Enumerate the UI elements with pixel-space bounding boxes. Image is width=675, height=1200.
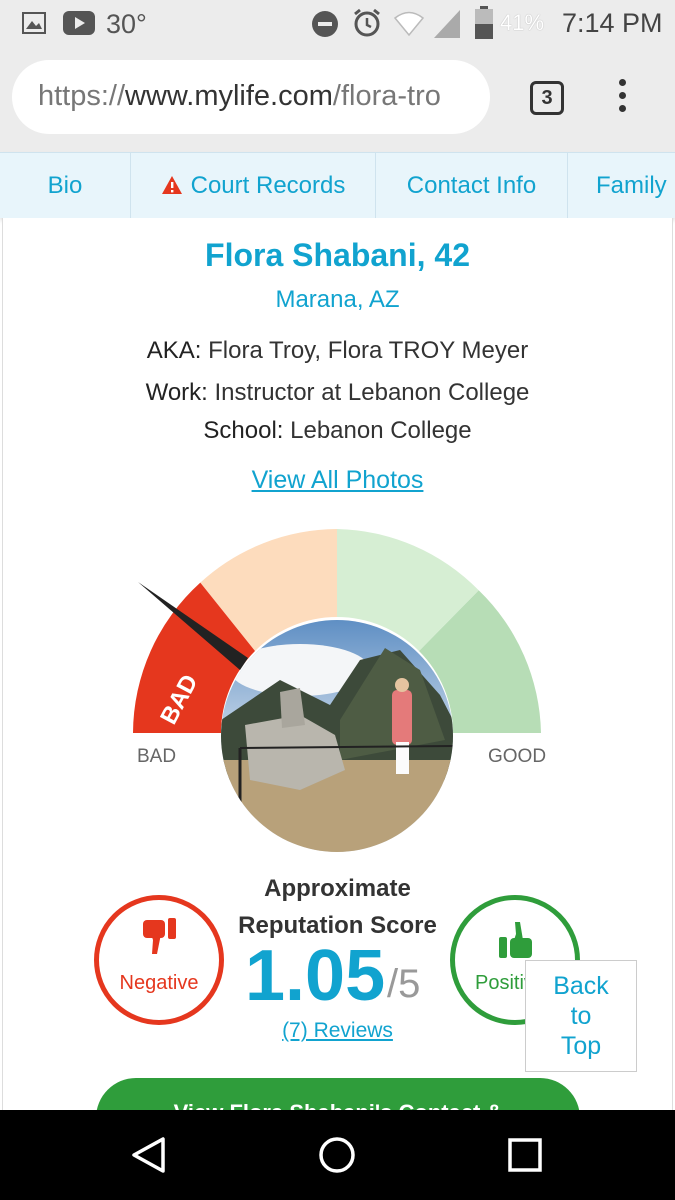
thumbs-up-icon <box>499 922 532 958</box>
work-label: Work: <box>145 379 208 406</box>
system-nav-bar <box>0 1110 675 1200</box>
back-icon[interactable] <box>130 1136 168 1174</box>
tab-bio-label: Bio <box>47 172 83 199</box>
do-not-disturb-icon <box>312 11 338 37</box>
view-all-photos-link[interactable]: View All Photos <box>0 466 675 495</box>
tab-switcher-button[interactable]: 3 <box>530 81 564 115</box>
recents-icon[interactable] <box>507 1137 543 1173</box>
gauge-label-bad: BAD <box>137 746 177 767</box>
warning-icon <box>161 175 182 194</box>
back-to-top-line1: Back <box>553 972 609 1000</box>
temperature: 30° <box>106 9 147 39</box>
work-line: Work: Instructor at Lebanon College <box>0 379 675 407</box>
tab-contact-info-label: Contact Info <box>406 172 537 199</box>
profile-photo[interactable] <box>221 620 453 860</box>
url-scheme: https:// <box>38 80 126 112</box>
gauge-label-good: GOOD <box>488 746 547 767</box>
overflow-menu-icon[interactable] <box>614 79 630 119</box>
negative-label: Negative <box>119 972 199 994</box>
aka-label: AKA: <box>146 337 202 364</box>
aka-value: Flora Troy, Flora TROY Meyer <box>201 337 529 364</box>
thumbs-down-icon <box>143 918 176 954</box>
reputation-title-line1: Approximate <box>264 875 411 902</box>
negative-review-button[interactable]: Negative <box>94 895 224 1025</box>
battery-icon <box>475 6 493 39</box>
clock: 7:14 PM <box>562 8 663 38</box>
profile-name: Flora Shabani, 42 <box>205 237 470 273</box>
wifi-icon <box>394 11 424 36</box>
tab-bio[interactable]: Bio <box>0 153 131 218</box>
tab-court-records[interactable]: Court Records <box>131 153 376 218</box>
back-to-top-line2: to <box>570 1002 592 1030</box>
url-text: https://www.mylife.com/flora-tro <box>38 80 441 113</box>
back-to-top-line3: Top <box>560 1032 602 1060</box>
back-to-top-button[interactable]: Back to Top <box>525 960 637 1072</box>
profile-location: Marana, AZ <box>275 286 400 313</box>
url-path: /flora-tro <box>332 80 441 112</box>
school-line: School: Lebanon College <box>0 417 675 445</box>
aka-line: AKA: Flora Troy, Flora TROY Meyer <box>0 337 675 365</box>
alarm-icon <box>354 8 380 37</box>
home-icon[interactable] <box>317 1135 357 1175</box>
tab-contact-info[interactable]: Contact Info <box>376 153 568 218</box>
image-icon <box>22 12 46 34</box>
reviews-link-label: (7) Reviews <box>282 1019 393 1042</box>
view-all-photos-label: View All Photos <box>251 466 424 494</box>
profile-nav-tabs: Bio Court Records Contact Info Family <box>0 152 675 218</box>
reputation-score-max: /5 <box>387 962 421 1006</box>
tab-court-records-label: Court Records <box>190 172 346 199</box>
browser-toolbar: https://www.mylife.com/flora-tro 3 <box>0 48 675 152</box>
reputation-gauge: BAD <box>133 529 541 860</box>
status-bar: 30° 41% 7:14 PM <box>0 0 675 48</box>
battery-percent: 41% <box>500 10 545 35</box>
tab-family[interactable]: Family <box>568 153 675 218</box>
url-bar[interactable]: https://www.mylife.com/flora-tro <box>12 60 490 134</box>
school-label: School: <box>203 417 284 444</box>
youtube-icon <box>63 11 95 35</box>
work-value: Instructor at Lebanon College <box>207 379 530 406</box>
signal-icon <box>434 10 460 38</box>
school-value: Lebanon College <box>283 417 472 444</box>
reputation-score-value: 1.05 <box>245 936 386 1016</box>
url-host: www.mylife.com <box>125 80 333 112</box>
tab-family-label: Family <box>596 172 667 199</box>
